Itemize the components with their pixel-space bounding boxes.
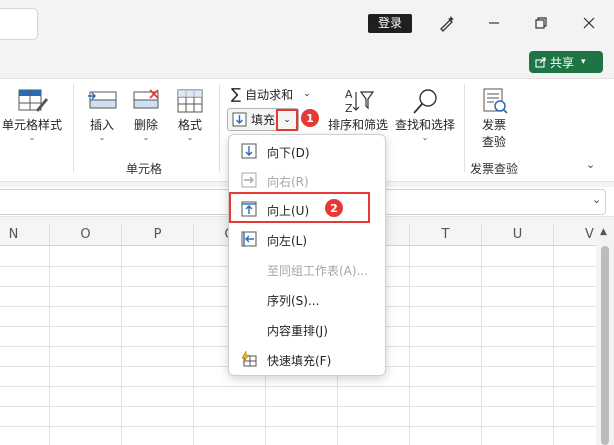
menu-item-fill-left[interactable]: 向左(L)	[229, 224, 387, 254]
autosum-label: 自动求和	[245, 87, 294, 102]
column-header[interactable]: U	[482, 224, 554, 246]
invoice-check-label-2: 查验	[481, 135, 506, 149]
cell-style-icon	[18, 89, 48, 112]
menu-item-label: 向右(R)	[267, 175, 309, 189]
sigma-icon: ∑	[231, 85, 242, 103]
column-header[interactable]: N	[0, 224, 50, 246]
cell-style-label: 单元格样式	[1, 118, 62, 132]
sort-filter-label: 排序和筛选	[327, 118, 388, 132]
column-header[interactable]: P	[122, 224, 194, 246]
fill-up-highlight	[229, 192, 370, 223]
svg-text:Z: Z	[345, 102, 353, 115]
title-bar: 登录	[0, 0, 614, 46]
svg-text:A: A	[345, 88, 353, 101]
gridline	[0, 426, 596, 427]
share-icon	[535, 57, 546, 68]
column-header[interactable]: V	[554, 224, 596, 246]
divider	[73, 84, 74, 172]
divider	[219, 84, 220, 172]
fill-down-icon	[241, 143, 257, 159]
menu-item-fill-right: 向右(R)	[229, 165, 387, 195]
chevron-down-icon: ⌄	[283, 115, 291, 125]
menu-item-fill-down[interactable]: 向下(D)	[229, 136, 387, 166]
chevron-down-icon: ⌄	[421, 133, 429, 142]
menu-item-flash-fill[interactable]: 快速填充(F)	[229, 344, 387, 374]
restore-icon[interactable]	[530, 12, 552, 34]
chevron-down-icon: ⌄	[303, 89, 311, 99]
close-icon[interactable]	[578, 12, 600, 34]
pen-sparkle-icon[interactable]	[436, 12, 458, 34]
sort-filter-icon: A Z	[345, 88, 375, 115]
delete-button[interactable]: 删除 ⌄	[128, 86, 164, 143]
delete-label: 删除	[133, 118, 158, 132]
insert-button[interactable]: 插入 ⌄	[84, 86, 120, 143]
menu-item-justify[interactable]: 内容重排(J)	[229, 314, 387, 344]
fill-right-icon	[241, 172, 257, 188]
menu-item-label: 向左(L)	[267, 234, 308, 248]
chevron-down-icon: ⌄	[98, 133, 106, 142]
chevron-down-icon: ▾	[581, 57, 586, 67]
fill-left-icon	[241, 231, 257, 247]
flash-fill-icon	[241, 351, 257, 367]
fill-label: 填充	[251, 113, 276, 127]
share-label: 共享	[550, 55, 575, 70]
gridline	[0, 406, 596, 407]
insert-cells-icon	[88, 91, 117, 109]
invoice-group-label: 发票查验	[470, 162, 519, 176]
menu-item-label: 快速填充(F)	[267, 354, 332, 368]
insert-label: 插入	[89, 118, 114, 132]
column-header[interactable]: T	[410, 224, 482, 246]
login-button[interactable]: 登录	[368, 14, 412, 33]
invoice-check-label: 发票	[481, 118, 506, 132]
minimize-icon[interactable]	[483, 12, 505, 34]
menu-item-across-worksheets: 至同组工作表(A)...	[229, 254, 387, 284]
invoice-check-button[interactable]: 发票 查验	[474, 86, 514, 150]
cell-style-button[interactable]: 单元格样式 ⌄	[0, 86, 64, 143]
scrollbar-thumb[interactable]	[601, 246, 609, 445]
invoice-check-icon	[483, 88, 508, 114]
chevron-down-icon: ⌄	[142, 133, 150, 142]
callout-badge-2: 2	[325, 199, 343, 217]
format-cells-icon	[177, 89, 203, 113]
find-select-button[interactable]: 查找和选择 ⌄	[393, 86, 457, 143]
share-button[interactable]: 共享 ▾	[529, 51, 603, 73]
menu-item-label: 序列(S)...	[267, 294, 320, 308]
callout-badge-1: 1	[301, 109, 319, 127]
gridline	[0, 386, 596, 387]
delete-cells-icon	[133, 89, 159, 109]
menu-item-label: 至同组工作表(A)...	[267, 264, 369, 278]
format-button[interactable]: 格式 ⌄	[172, 86, 208, 143]
fill-dropdown-button[interactable]: ⌄	[276, 109, 298, 131]
fill-dropdown-menu: 向下(D) 向右(R) 向上(U) 向左(L) 至同组工作表(A)... 序列(…	[228, 134, 386, 376]
menu-item-label: 向下(D)	[267, 146, 310, 160]
divider	[464, 84, 465, 172]
menu-item-label: 内容重排(J)	[267, 324, 328, 338]
chevron-down-icon: ⌄	[186, 133, 194, 142]
menu-item-series[interactable]: 序列(S)...	[229, 284, 387, 314]
fill-down-icon	[232, 112, 247, 127]
chevron-down-icon: ⌄	[28, 133, 36, 142]
chevron-down-icon[interactable]: ⌄	[592, 193, 601, 206]
scroll-up-icon[interactable]: ▲	[600, 227, 607, 237]
magnifier-icon	[413, 89, 437, 114]
autosum-button[interactable]: ∑ 自动求和 ⌄	[231, 85, 311, 103]
ribbon-collapse-icon[interactable]: ⌄	[586, 158, 595, 171]
format-label: 格式	[177, 118, 202, 132]
search-input[interactable]	[0, 8, 38, 40]
cells-group-label: 单元格	[126, 162, 163, 176]
column-header[interactable]: O	[50, 224, 122, 246]
find-select-label: 查找和选择	[394, 118, 455, 132]
